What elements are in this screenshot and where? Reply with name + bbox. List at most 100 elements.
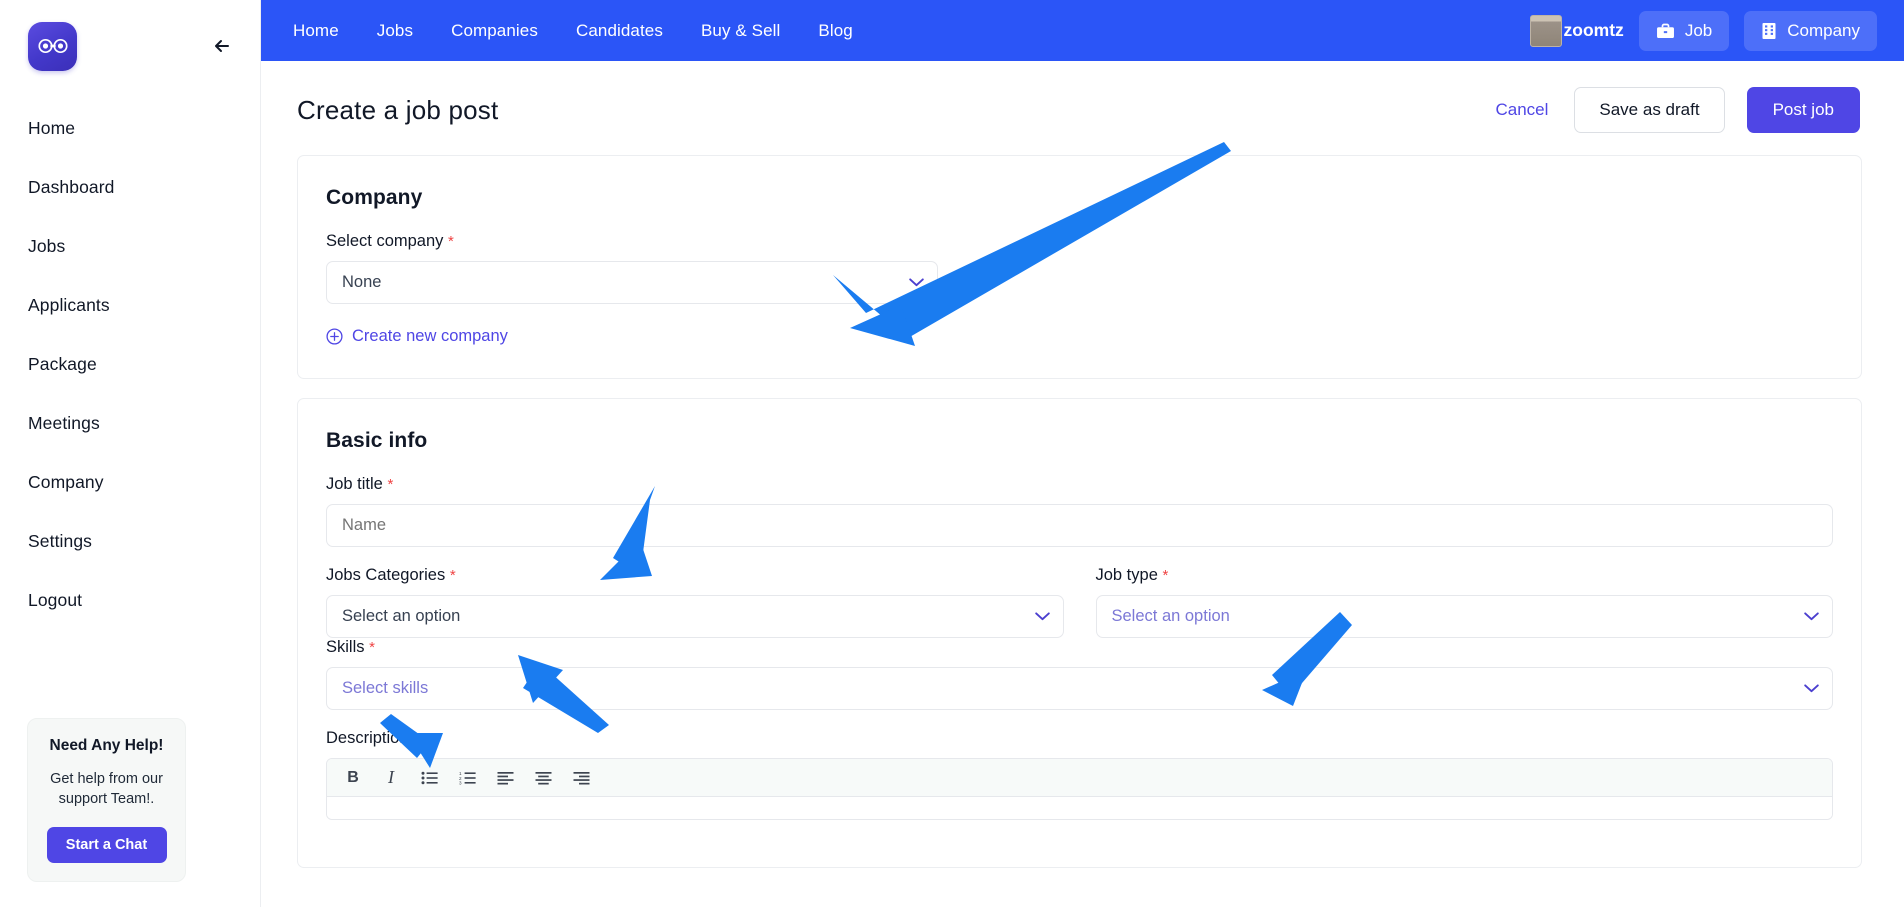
job-title-input[interactable] — [326, 504, 1833, 547]
binoculars-icon — [37, 38, 68, 54]
job-categories-field: Jobs Categories * Select an option — [326, 566, 1064, 638]
sidebar-item-home[interactable]: Home — [0, 106, 260, 150]
numbered-list-icon[interactable]: 1 2 3 — [451, 764, 483, 792]
bullet-list-icon[interactable] — [413, 764, 445, 792]
help-card: Need Any Help! Get help from our support… — [27, 718, 186, 882]
add-job-button[interactable]: Job — [1638, 10, 1730, 51]
editor-toolbar: B I 1 2 3 — [327, 759, 1832, 797]
job-type-value: Select an option — [1111, 607, 1230, 625]
topnav-home[interactable]: Home — [293, 21, 358, 41]
description-field: Description * B I 1 2 3 — [326, 729, 1833, 820]
page-title: Create a job post — [297, 94, 499, 125]
job-categories-control[interactable]: Select an option — [326, 595, 1064, 638]
select-company-control[interactable]: None — [326, 261, 938, 304]
app-logo[interactable] — [28, 21, 77, 71]
skills-dropdown[interactable]: Select skills — [326, 667, 1833, 710]
description-label-text: Description — [326, 729, 409, 747]
description-editor: B I 1 2 3 — [326, 758, 1833, 820]
skills-label: Skills * — [326, 638, 1833, 657]
job-type-label-text: Job type — [1095, 566, 1158, 584]
required-marker: * — [387, 476, 394, 493]
sidebar: Home Dashboard Jobs Applicants Package M… — [0, 0, 261, 907]
company-card: Company Select company * None Create new… — [297, 155, 1862, 379]
avatar — [1529, 14, 1562, 47]
job-type-dropdown[interactable]: Select an option — [1095, 595, 1833, 638]
select-company-label-text: Select company — [326, 232, 444, 250]
save-as-draft-button[interactable]: Save as draft — [1574, 87, 1725, 133]
job-type-control[interactable]: Select an option — [1095, 595, 1833, 638]
page-header-actions: Cancel Save as draft Post job — [1491, 87, 1860, 133]
topnav-candidates[interactable]: Candidates — [557, 21, 682, 41]
skills-control[interactable]: Select skills — [326, 667, 1833, 710]
job-title-control[interactable] — [326, 504, 1833, 547]
required-marker: * — [448, 233, 454, 250]
description-editor-body[interactable] — [327, 797, 1832, 819]
user-name: zoomtz — [1563, 20, 1624, 40]
sidebar-item-package[interactable]: Package — [0, 342, 260, 386]
sidebar-item-logout[interactable]: Logout — [0, 578, 260, 622]
post-job-button[interactable]: Post job — [1746, 87, 1860, 133]
topnav-blog[interactable]: Blog — [799, 21, 871, 41]
basic-info-card-title: Basic info — [326, 429, 428, 452]
add-company-button-label: Company — [1787, 20, 1860, 40]
job-title-field: Job title * — [326, 475, 1833, 547]
description-label: Description * — [326, 729, 1833, 748]
sidebar-item-dashboard[interactable]: Dashboard — [0, 165, 260, 209]
sidebar-header — [0, 0, 260, 72]
select-company-field: Select company * None — [326, 232, 1833, 304]
arrow-left-icon — [215, 40, 229, 52]
skills-value: Select skills — [342, 679, 429, 697]
job-categories-label-text: Jobs Categories — [326, 566, 446, 584]
user-menu[interactable]: zoomtz — [1529, 14, 1624, 47]
main-area: Home Jobs Companies Candidates Buy & Sel… — [261, 0, 1904, 907]
company-card-title: Company — [326, 186, 423, 209]
top-nav-links: Home Jobs Companies Candidates Buy & Sel… — [293, 21, 872, 41]
job-categories-value: Select an option — [342, 607, 461, 625]
sidebar-item-company[interactable]: Company — [0, 460, 260, 504]
sidebar-item-meetings[interactable]: Meetings — [0, 401, 260, 445]
skills-field: Skills * Select skills — [326, 638, 1833, 710]
page-content: Create a job post Cancel Save as draft P… — [261, 61, 1904, 907]
briefcase-icon — [1656, 23, 1674, 38]
bold-icon[interactable]: B — [337, 764, 369, 792]
align-right-icon[interactable] — [565, 764, 597, 792]
categories-type-row: Jobs Categories * Select an option Job t… — [326, 566, 1833, 638]
required-marker: * — [413, 730, 419, 747]
align-left-icon[interactable] — [489, 764, 521, 792]
svg-text:3: 3 — [459, 780, 462, 784]
building-icon — [1762, 22, 1776, 39]
start-chat-button[interactable]: Start a Chat — [46, 827, 167, 863]
create-new-company-link[interactable]: Create new company — [326, 327, 508, 346]
add-company-button[interactable]: Company — [1744, 10, 1877, 51]
page-header: Create a job post Cancel Save as draft P… — [261, 61, 1904, 155]
basic-info-card: Basic info Job title * Job — [297, 398, 1862, 868]
plus-circle-icon — [326, 328, 343, 345]
sidebar-item-jobs[interactable]: Jobs — [0, 224, 260, 268]
sidebar-item-applicants[interactable]: Applicants — [0, 283, 260, 327]
sidebar-item-settings[interactable]: Settings — [0, 519, 260, 563]
form-container: Company Select company * None Create new… — [261, 155, 1904, 868]
align-center-icon[interactable] — [527, 764, 559, 792]
top-navbar-right: zoomtz Job Company — [1529, 10, 1877, 51]
topnav-companies[interactable]: Companies — [432, 21, 557, 41]
job-categories-dropdown[interactable]: Select an option — [326, 595, 1064, 638]
job-title-label: Job title * — [326, 475, 1833, 494]
help-card-title: Need Any Help! — [49, 737, 164, 754]
top-navbar: Home Jobs Companies Candidates Buy & Sel… — [261, 0, 1904, 61]
help-card-text: Get help from our support Team!. — [50, 771, 163, 807]
cancel-button[interactable]: Cancel — [1491, 94, 1552, 126]
job-type-field: Job type * Select an option — [1095, 566, 1834, 638]
sidebar-collapse-button[interactable] — [208, 32, 236, 60]
select-company-label: Select company * — [326, 232, 1833, 251]
job-categories-label: Jobs Categories * — [326, 566, 1064, 585]
required-marker: * — [369, 639, 375, 656]
select-company-dropdown[interactable]: None — [326, 261, 938, 304]
job-type-label: Job type * — [1096, 566, 1834, 585]
italic-icon[interactable]: I — [375, 764, 407, 792]
topnav-buy-sell[interactable]: Buy & Sell — [682, 21, 799, 41]
skills-label-text: Skills — [326, 638, 365, 656]
required-marker: * — [1162, 567, 1169, 584]
select-company-value: None — [342, 273, 382, 291]
app-root: Home Dashboard Jobs Applicants Package M… — [0, 0, 1904, 907]
topnav-jobs[interactable]: Jobs — [358, 21, 432, 41]
